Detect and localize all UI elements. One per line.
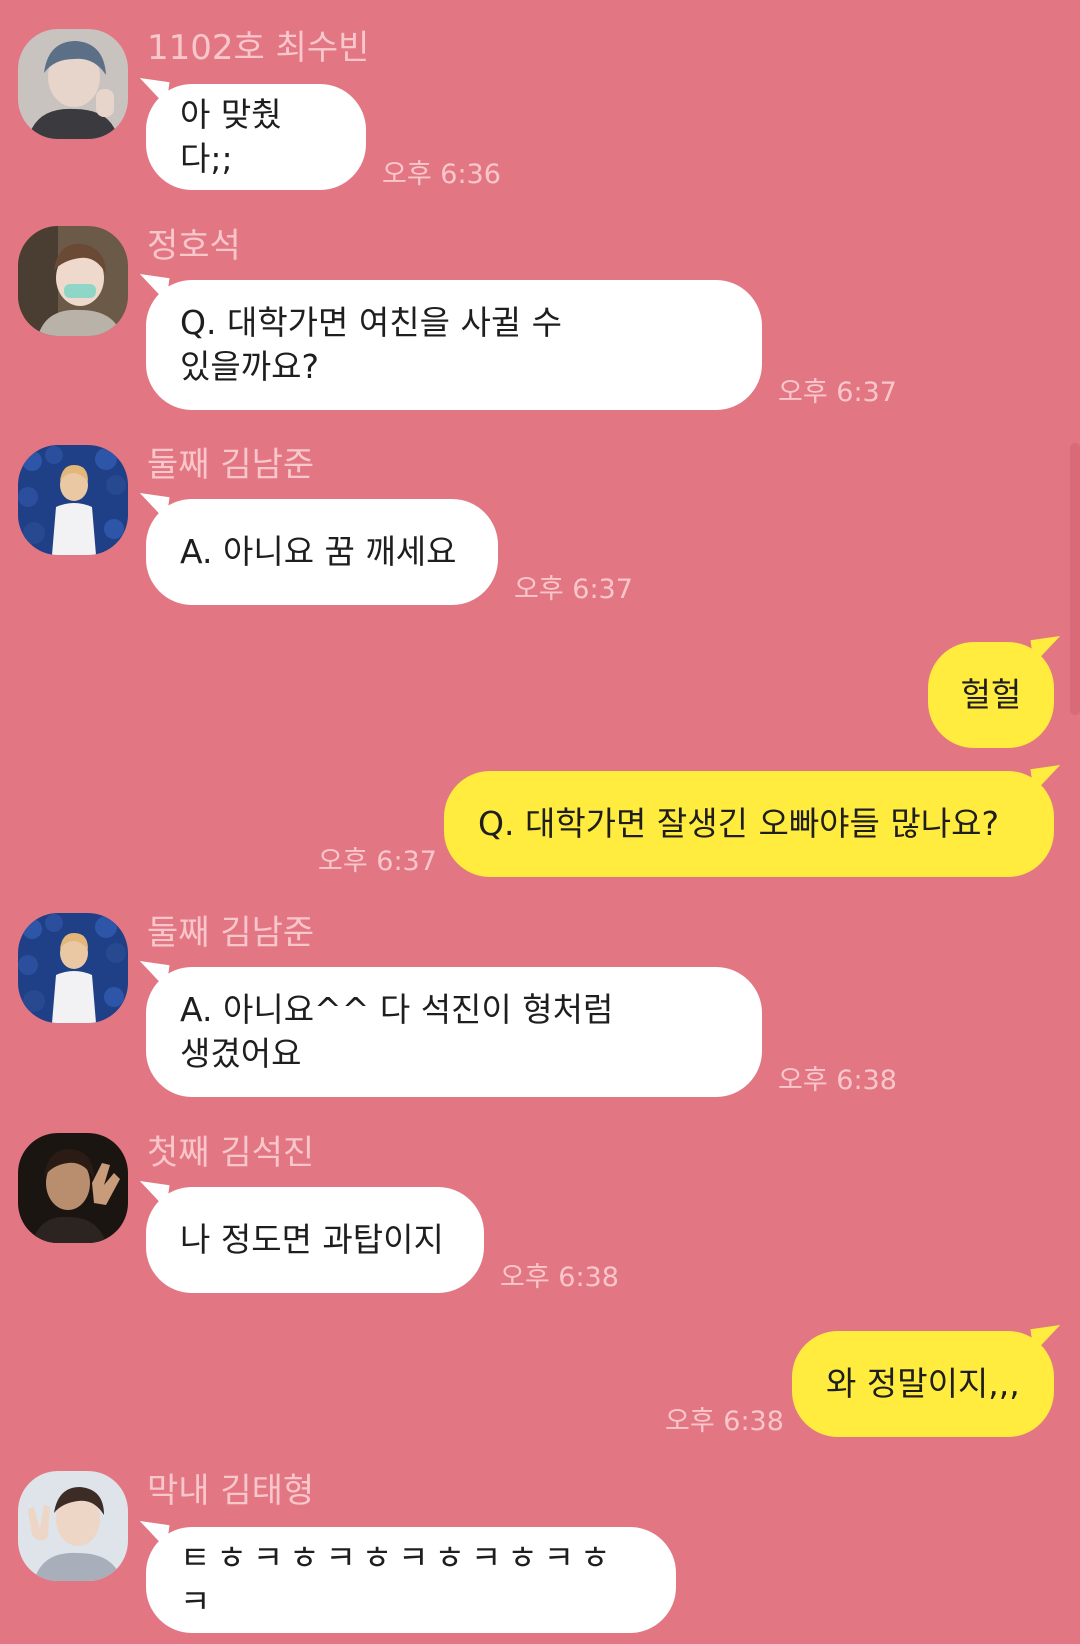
message-bubble[interactable]: A. 아니요 꿈 깨세요 [146, 499, 498, 605]
avatar-photo [18, 445, 128, 555]
avatar[interactable] [18, 1471, 128, 1581]
message-time: 오후 6:37 [514, 574, 633, 605]
chat-room[interactable]: 1102호 최수빈 아 맞췄다;; 오후 6:36 정호석 Q. 대학가면 여친… [0, 0, 1080, 1644]
sender-name: 둘째 김남준 [147, 913, 315, 953]
message-bubble[interactable]: 아 맞췄다;; [146, 84, 366, 190]
avatar-photo [18, 1133, 128, 1243]
avatar[interactable] [18, 445, 128, 555]
message-time: 오후 6:38 [500, 1262, 619, 1293]
message-time: 오후 6:37 [318, 846, 437, 877]
avatar[interactable] [18, 913, 128, 1023]
message-bubble[interactable]: ㅌㅎㅋㅎㅋㅎㅋㅎㅋㅎㅋㅎㅋ [146, 1527, 676, 1633]
avatar[interactable] [18, 1133, 128, 1243]
sender-name: 막내 김태형 [147, 1471, 315, 1511]
avatar[interactable] [18, 29, 128, 139]
avatar[interactable] [18, 226, 128, 336]
message-bubble[interactable]: Q. 대학가면 잘생긴 오빠야들 많나요? [444, 771, 1054, 877]
avatar-photo [18, 913, 128, 1023]
message-time: 오후 6:36 [382, 159, 501, 190]
message-bubble[interactable]: 와 정말이지,,, [792, 1331, 1054, 1437]
sender-name: 1102호 최수빈 [147, 28, 370, 68]
sender-name: 첫째 김석진 [147, 1133, 315, 1173]
sender-name: 둘째 김남준 [147, 445, 315, 485]
sender-name: 정호석 [147, 226, 241, 266]
message-time: 오후 6:37 [778, 377, 897, 408]
message-bubble[interactable]: Q. 대학가면 여친을 사귈 수 있을까요? [146, 280, 762, 410]
message-bubble[interactable]: A. 아니요^^ 다 석진이 형처럼 생겼어요 [146, 967, 762, 1097]
avatar-photo [18, 226, 128, 336]
message-bubble[interactable]: 나 정도면 과탑이지 [146, 1187, 484, 1293]
avatar-photo [18, 29, 128, 139]
avatar-photo [18, 1471, 128, 1581]
message-time: 오후 6:38 [778, 1065, 897, 1096]
scrollbar[interactable] [1070, 443, 1080, 715]
message-time: 오후 6:38 [665, 1406, 784, 1437]
message-bubble[interactable]: 헐헐 [928, 642, 1054, 748]
